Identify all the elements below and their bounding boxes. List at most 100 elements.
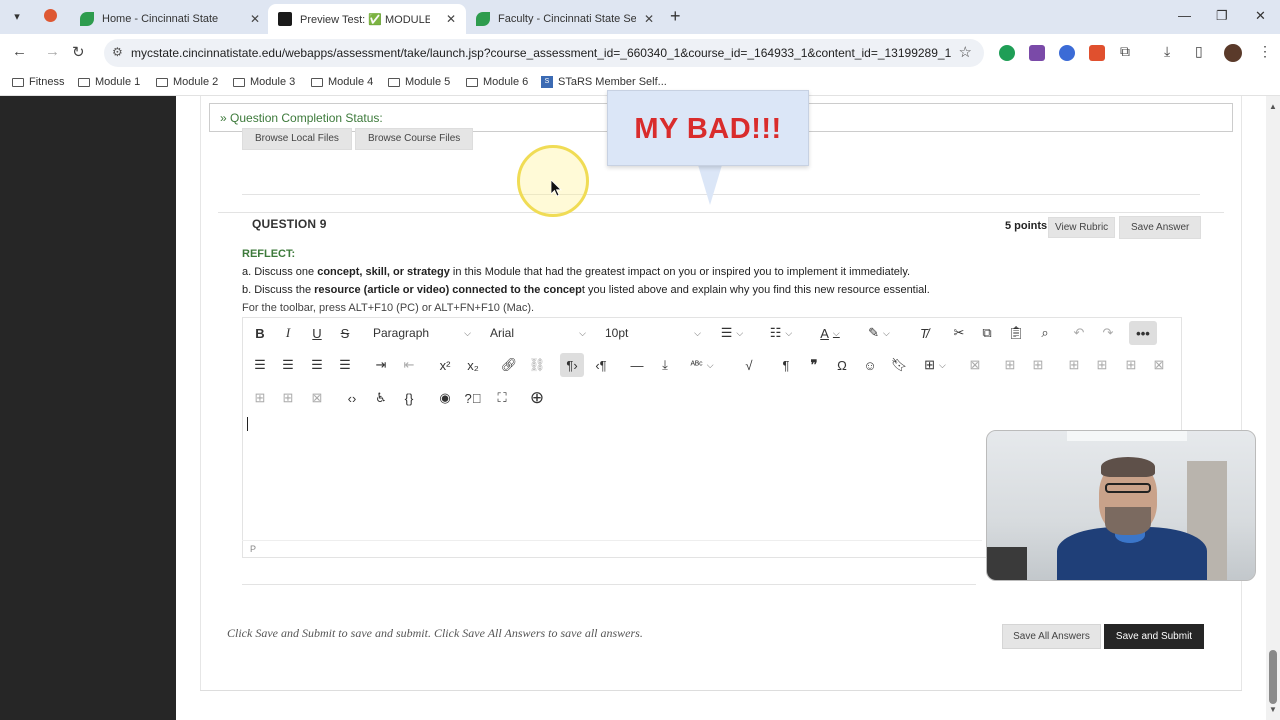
url-text[interactable]: mycstate.cincinnatistate.edu/webapps/ass… [131, 46, 951, 60]
tab-faculty[interactable]: Faculty - Cincinnati State Self-S ✕ [466, 4, 664, 34]
spellcheck-icon[interactable]: ᴬᴮᶜ ⌵ [690, 353, 714, 377]
delete-table-icon[interactable]: ⊠ [963, 353, 987, 377]
bookmark-module-6[interactable]: Module 6 [466, 76, 528, 88]
blockquote-icon[interactable]: ❞ [802, 353, 826, 377]
bullet-list-icon[interactable]: ☰ ⌵ [720, 321, 744, 345]
subscript-icon[interactable]: x₂ [461, 353, 485, 377]
scroll-down-icon[interactable]: ▼ [1269, 705, 1277, 714]
block-format-dropdown[interactable]: Paragraph ⌵ [373, 321, 471, 345]
table-col-after-icon[interactable]: ⊞ [1090, 353, 1114, 377]
superscript-icon[interactable]: x² [433, 353, 457, 377]
paragraph-mark-icon[interactable]: ¶ [774, 353, 798, 377]
table-col-before-icon[interactable]: ⊞ [1062, 353, 1086, 377]
completion-status-label[interactable]: » Question Completion Status: [220, 111, 383, 125]
page-scrollbar[interactable]: ▲ ▼ [1266, 96, 1280, 720]
extension-icon[interactable] [1029, 45, 1045, 61]
copy-icon[interactable]: ⧉ [975, 321, 999, 345]
extensions-puzzle-icon[interactable]: ⧉ [1120, 43, 1130, 60]
text-color-icon[interactable]: A ⌵ [818, 321, 842, 345]
save-all-answers-button[interactable]: Save All Answers [1002, 624, 1101, 649]
paste-icon[interactable]: 📋︎ [1004, 321, 1028, 345]
source-code-icon[interactable]: ‹› [340, 386, 364, 410]
browse-local-files-button[interactable]: Browse Local Files [242, 128, 352, 150]
new-tab-icon[interactable]: + [670, 6, 681, 26]
close-window-icon[interactable]: ✕ [1255, 8, 1266, 24]
link-icon[interactable]: 🔗︎ [497, 353, 521, 377]
cut-icon[interactable]: ✂ [947, 321, 971, 345]
merge-cells-icon[interactable]: ⊞ [248, 386, 272, 410]
bookmark-module-3[interactable]: Module 3 [233, 76, 295, 88]
table-delete-row-icon[interactable]: ⊠ [1147, 353, 1171, 377]
bookmark-star-icon[interactable]: ☆ [959, 43, 972, 61]
bookmark-module-5[interactable]: Module 5 [388, 76, 450, 88]
accessibility-icon[interactable]: ♿︎ [369, 386, 393, 410]
reload-icon[interactable]: ↻ [72, 43, 85, 61]
download-icon[interactable]: ⤓ [1164, 43, 1170, 60]
save-and-submit-button[interactable]: Save and Submit [1104, 624, 1204, 649]
justify-icon[interactable]: ☰ [333, 353, 357, 377]
bookmark-module-4[interactable]: Module 4 [311, 76, 373, 88]
bookmark-module-1[interactable]: Module 1 [78, 76, 140, 88]
bookmark-stars[interactable]: S STaRS Member Self... [541, 76, 667, 88]
help-icon[interactable]: ?⃝ [461, 386, 485, 410]
side-panel-icon[interactable]: ▯ [1195, 43, 1203, 60]
ltr-direction-icon[interactable]: ¶› [560, 353, 584, 377]
search-icon[interactable]: ⌕ [1033, 321, 1057, 345]
close-icon[interactable]: ✕ [446, 12, 456, 26]
redo-icon[interactable]: ↷ [1096, 321, 1120, 345]
clear-formatting-icon[interactable]: T̸ [912, 321, 936, 345]
close-icon[interactable]: ✕ [644, 12, 654, 26]
undo-icon[interactable]: ↶ [1067, 321, 1091, 345]
recorder-icon[interactable] [1089, 45, 1105, 61]
close-icon[interactable]: ✕ [250, 12, 260, 26]
table-row-before-icon[interactable]: ⊞ [998, 353, 1022, 377]
code-sample-icon[interactable]: {} [397, 386, 421, 410]
split-cell-icon[interactable]: ⊞ [276, 386, 300, 410]
insert-content-icon[interactable]: ⤓ [653, 353, 677, 377]
bookmark-icon[interactable]: 🔖︎ [887, 353, 911, 377]
screencast-icon[interactable] [1059, 45, 1075, 61]
add-content-icon[interactable]: ⊕ [525, 386, 549, 410]
strikethrough-icon[interactable]: S [333, 321, 357, 345]
duckduckgo-tab-icon[interactable] [44, 9, 57, 25]
table-props-icon[interactable]: ⊠ [305, 386, 329, 410]
restore-icon[interactable]: ❐ [1216, 8, 1228, 24]
unlink-icon[interactable]: ⛓ [525, 353, 549, 377]
tab-search-button[interactable]: ▾ [6, 7, 28, 27]
menu-kebab-icon[interactable]: ⋮ [1258, 43, 1272, 60]
font-size-dropdown[interactable]: 10pt ⌵ [605, 321, 701, 345]
table-icon[interactable]: ⊞ ⌵ [923, 353, 947, 377]
bold-icon[interactable]: B [248, 321, 272, 345]
profile-avatar[interactable] [1224, 44, 1242, 62]
horizontal-line-icon[interactable]: — [625, 353, 649, 377]
special-character-icon[interactable]: Ω [830, 353, 854, 377]
emoji-icon[interactable]: ☺ [858, 353, 882, 377]
indent-icon[interactable]: ⇥ [369, 353, 393, 377]
omnibox[interactable]: ⚙ mycstate.cincinnatistate.edu/webapps/a… [104, 39, 984, 67]
italic-icon[interactable]: I [276, 321, 300, 345]
tab-home[interactable]: Home - Cincinnati State ✕ [70, 4, 270, 34]
site-info-icon[interactable]: ⚙ [112, 45, 123, 59]
fullscreen-icon[interactable]: ⛶ [490, 386, 514, 410]
view-rubric-button[interactable]: View Rubric [1048, 217, 1116, 238]
outdent-icon[interactable]: ⇤ [397, 353, 421, 377]
numbered-list-icon[interactable]: ☷ ⌵ [769, 321, 793, 345]
table-row-after-icon[interactable]: ⊞ [1026, 353, 1050, 377]
back-arrow-icon[interactable]: ← [12, 43, 27, 60]
scrollbar-thumb[interactable] [1269, 650, 1277, 704]
forward-arrow-icon[interactable]: → [45, 43, 60, 60]
more-options-icon[interactable]: ••• [1129, 321, 1157, 345]
underline-icon[interactable]: U [305, 321, 329, 345]
table-delete-col-icon[interactable]: ⊞ [1119, 353, 1143, 377]
align-left-icon[interactable]: ☰ [248, 353, 272, 377]
align-right-icon[interactable]: ☰ [305, 353, 329, 377]
highlight-color-icon[interactable]: ✎ ⌵ [867, 321, 891, 345]
font-family-dropdown[interactable]: Arial ⌵ [490, 321, 586, 345]
preview-eye-icon[interactable]: ◉ [433, 386, 457, 410]
math-equation-icon[interactable]: √ [737, 353, 761, 377]
align-center-icon[interactable]: ☰ [276, 353, 300, 377]
bookmark-module-2[interactable]: Module 2 [156, 76, 218, 88]
tab-preview-test[interactable]: Preview Test: ✅ MODULE 5 RE ✕ [268, 4, 466, 34]
bookmark-fitness[interactable]: Fitness [12, 76, 64, 88]
rtl-direction-icon[interactable]: ‹¶ [589, 353, 613, 377]
